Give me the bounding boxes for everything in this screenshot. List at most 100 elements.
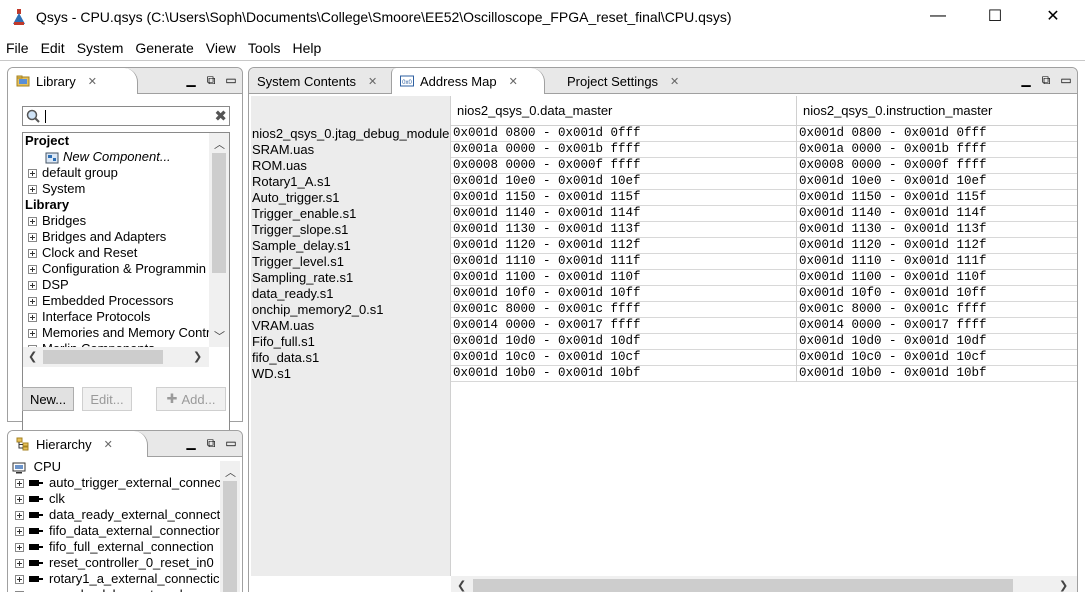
tree-new-component-item[interactable]: New Component... bbox=[23, 149, 209, 165]
table-row[interactable]: fifo_data.s1 0x001d 10c0 - 0x001d 10cf 0x0… bbox=[251, 350, 1077, 366]
maximize-button[interactable]: ☐ bbox=[972, 0, 1018, 32]
tree-group-item[interactable]: Bridges and Adapters bbox=[23, 229, 209, 245]
tree-group-item[interactable]: System bbox=[23, 181, 209, 197]
expand-icon[interactable] bbox=[15, 479, 24, 489]
tree-category-header[interactable]: Library bbox=[23, 197, 209, 213]
instruction-master-range-cell[interactable]: 0x001d 0800 - 0x001d 0fff bbox=[797, 126, 1077, 142]
clear-search-icon[interactable]: ✖ bbox=[214, 107, 227, 125]
data-master-range-cell[interactable]: 0x001d 1150 - 0x001d 115f bbox=[451, 190, 797, 206]
slave-name-cell[interactable]: nios2_qsys_0.jtag_debug_module bbox=[251, 126, 451, 142]
expand-icon[interactable] bbox=[28, 265, 37, 275]
scroll-right-icon[interactable]: ❯ bbox=[193, 350, 202, 363]
instruction-master-range-cell[interactable]: 0x001d 1150 - 0x001d 115f bbox=[797, 190, 1077, 206]
tree-category-header[interactable]: Project bbox=[23, 133, 209, 149]
tree-group-item[interactable]: Interface Protocols bbox=[23, 309, 209, 325]
table-row[interactable]: Fifo_full.s1 0x001d 10d0 - 0x001d 10df 0x0… bbox=[251, 334, 1077, 350]
minimize-panel-icon[interactable]: ▁ bbox=[1019, 73, 1033, 87]
tree-group-item[interactable]: default group bbox=[23, 165, 209, 181]
hierarchy-item[interactable]: fifo_full_external_connection bbox=[10, 539, 240, 555]
instruction-master-range-cell[interactable]: 0x001d 10c0 - 0x001d 10cf bbox=[797, 350, 1077, 366]
minimize-panel-icon[interactable]: ▁ bbox=[184, 73, 198, 87]
menu-tools[interactable]: Tools bbox=[242, 37, 287, 59]
table-row[interactable]: Auto_trigger.s1 0x001d 1150 - 0x001d 115f… bbox=[251, 190, 1077, 206]
tab-library[interactable]: Library ✕ bbox=[8, 68, 138, 94]
scroll-thumb[interactable] bbox=[212, 153, 226, 273]
data-master-range-cell[interactable]: 0x001d 0800 - 0x001d 0fff bbox=[451, 126, 797, 142]
instruction-master-range-cell[interactable]: 0x001d 1110 - 0x001d 111f bbox=[797, 254, 1077, 270]
column-header-data-master[interactable]: nios2_qsys_0.data_master bbox=[451, 96, 797, 126]
tab-hierarchy[interactable]: Hierarchy ✕ bbox=[8, 431, 148, 457]
minimize-button[interactable]: — bbox=[915, 0, 961, 32]
scroll-down-icon[interactable]: ﹀ bbox=[214, 328, 225, 344]
expand-icon[interactable] bbox=[15, 527, 24, 537]
slave-name-cell[interactable]: Rotary1_A.s1 bbox=[251, 174, 451, 190]
expand-icon[interactable] bbox=[28, 249, 37, 259]
instruction-master-range-cell[interactable]: 0x001c 8000 - 0x001c ffff bbox=[797, 302, 1077, 318]
instruction-master-range-cell[interactable]: 0x001a 0000 - 0x001b ffff bbox=[797, 142, 1077, 158]
restore-panel-icon[interactable]: ⧉ bbox=[1039, 73, 1053, 87]
data-master-range-cell[interactable]: 0x001d 10e0 - 0x001d 10ef bbox=[451, 174, 797, 190]
table-row[interactable]: Trigger_slope.s1 0x001d 1130 - 0x001d 113… bbox=[251, 222, 1077, 238]
minimize-panel-icon[interactable]: ▁ bbox=[184, 436, 198, 450]
tree-group-item[interactable]: Bridges bbox=[23, 213, 209, 229]
instruction-master-range-cell[interactable]: 0x001d 10b0 - 0x001d 10bf bbox=[797, 366, 1077, 382]
scroll-thumb[interactable] bbox=[43, 350, 163, 364]
data-master-range-cell[interactable]: 0x001d 1140 - 0x001d 114f bbox=[451, 206, 797, 222]
expand-icon[interactable] bbox=[15, 495, 24, 505]
hierarchy-item[interactable]: fifo_data_external_connectior bbox=[10, 523, 240, 539]
data-master-range-cell[interactable]: 0x001c 8000 - 0x001c ffff bbox=[451, 302, 797, 318]
table-row[interactable]: onchip_memory2_0.s1 0x001c 8000 - 0x001c … bbox=[251, 302, 1077, 318]
hierarchy-item[interactable]: clk bbox=[10, 491, 240, 507]
table-row[interactable]: ROM.uas 0x0008 0000 - 0x000f ffff 0x0008 0… bbox=[251, 158, 1077, 174]
instruction-master-range-cell[interactable]: 0x001d 1120 - 0x001d 112f bbox=[797, 238, 1077, 254]
instruction-master-range-cell[interactable]: 0x001d 10f0 - 0x001d 10ff bbox=[797, 286, 1077, 302]
menu-help[interactable]: Help bbox=[287, 37, 328, 59]
tab-project-settings[interactable]: Project Settings ✕ bbox=[559, 68, 709, 94]
table-row[interactable]: WD.s1 0x001d 10b0 - 0x001d 10bf 0x001d 10b… bbox=[251, 366, 1077, 382]
instruction-master-range-cell[interactable]: 0x001d 1140 - 0x001d 114f bbox=[797, 206, 1077, 222]
expand-icon[interactable] bbox=[28, 313, 37, 323]
restore-panel-icon[interactable]: ⧉ bbox=[204, 436, 218, 450]
library-vertical-scrollbar[interactable]: ︿ ﹀ bbox=[209, 133, 229, 347]
data-master-range-cell[interactable]: 0x001d 1130 - 0x001d 113f bbox=[451, 222, 797, 238]
new-component-button[interactable]: New... bbox=[22, 387, 74, 411]
tab-address-map[interactable]: 0x0 Address Map ✕ bbox=[391, 68, 545, 94]
expand-icon[interactable] bbox=[15, 511, 24, 521]
instruction-master-range-cell[interactable]: 0x001d 10d0 - 0x001d 10df bbox=[797, 334, 1077, 350]
data-master-range-cell[interactable]: 0x001d 10c0 - 0x001d 10cf bbox=[451, 350, 797, 366]
add-component-button[interactable]: ✚ Add... bbox=[156, 387, 226, 411]
scroll-right-icon[interactable]: ❯ bbox=[1059, 579, 1068, 592]
expand-icon[interactable] bbox=[15, 543, 24, 553]
edit-component-button[interactable]: Edit... bbox=[82, 387, 132, 411]
tree-group-item[interactable]: Memories and Memory Contr bbox=[23, 325, 209, 341]
data-master-range-cell[interactable]: 0x001d 10b0 - 0x001d 10bf bbox=[451, 366, 797, 382]
tree-group-item[interactable]: DSP bbox=[23, 277, 209, 293]
expand-icon[interactable] bbox=[28, 185, 37, 195]
slave-name-cell[interactable]: Sample_delay.s1 bbox=[251, 238, 451, 254]
scroll-up-icon[interactable]: ︿ bbox=[214, 136, 225, 152]
table-row[interactable]: Sampling_rate.s1 0x001d 1100 - 0x001d 110… bbox=[251, 270, 1077, 286]
menu-file[interactable]: File bbox=[0, 37, 35, 59]
hierarchy-item[interactable]: auto_trigger_external_connec bbox=[10, 475, 240, 491]
table-row[interactable]: SRAM.uas 0x001a 0000 - 0x001b ffff 0x001a … bbox=[251, 142, 1077, 158]
slave-name-cell[interactable]: Trigger_level.s1 bbox=[251, 254, 451, 270]
tree-group-item[interactable]: Embedded Processors bbox=[23, 293, 209, 309]
data-master-range-cell[interactable]: 0x0014 0000 - 0x0017 ffff bbox=[451, 318, 797, 334]
table-row[interactable]: VRAM.uas 0x0014 0000 - 0x0017 ffff 0x0014 … bbox=[251, 318, 1077, 334]
expand-icon[interactable] bbox=[15, 575, 24, 585]
library-search-input[interactable]: ✖ bbox=[22, 106, 230, 126]
data-master-range-cell[interactable]: 0x001d 10d0 - 0x001d 10df bbox=[451, 334, 797, 350]
slave-name-cell[interactable]: fifo_data.s1 bbox=[251, 350, 451, 366]
menu-system[interactable]: System bbox=[71, 37, 130, 59]
table-row[interactable]: Trigger_level.s1 0x001d 1110 - 0x001d 111… bbox=[251, 254, 1077, 270]
slave-name-cell[interactable]: Fifo_full.s1 bbox=[251, 334, 451, 350]
table-row[interactable]: data_ready.s1 0x001d 10f0 - 0x001d 10ff 0x… bbox=[251, 286, 1077, 302]
hierarchy-item[interactable]: rotary1_a_external_connectic bbox=[10, 571, 240, 587]
table-row[interactable]: Sample_delay.s1 0x001d 1120 - 0x001d 112f… bbox=[251, 238, 1077, 254]
expand-icon[interactable] bbox=[28, 297, 37, 307]
scroll-thumb[interactable] bbox=[473, 579, 1013, 592]
hierarchy-vertical-scrollbar[interactable]: ︿ bbox=[220, 461, 240, 592]
close-button[interactable]: ✕ bbox=[1030, 0, 1076, 32]
library-horizontal-scrollbar[interactable]: ❮ ❯ bbox=[23, 347, 209, 367]
instruction-master-range-cell[interactable]: 0x001d 1100 - 0x001d 110f bbox=[797, 270, 1077, 286]
